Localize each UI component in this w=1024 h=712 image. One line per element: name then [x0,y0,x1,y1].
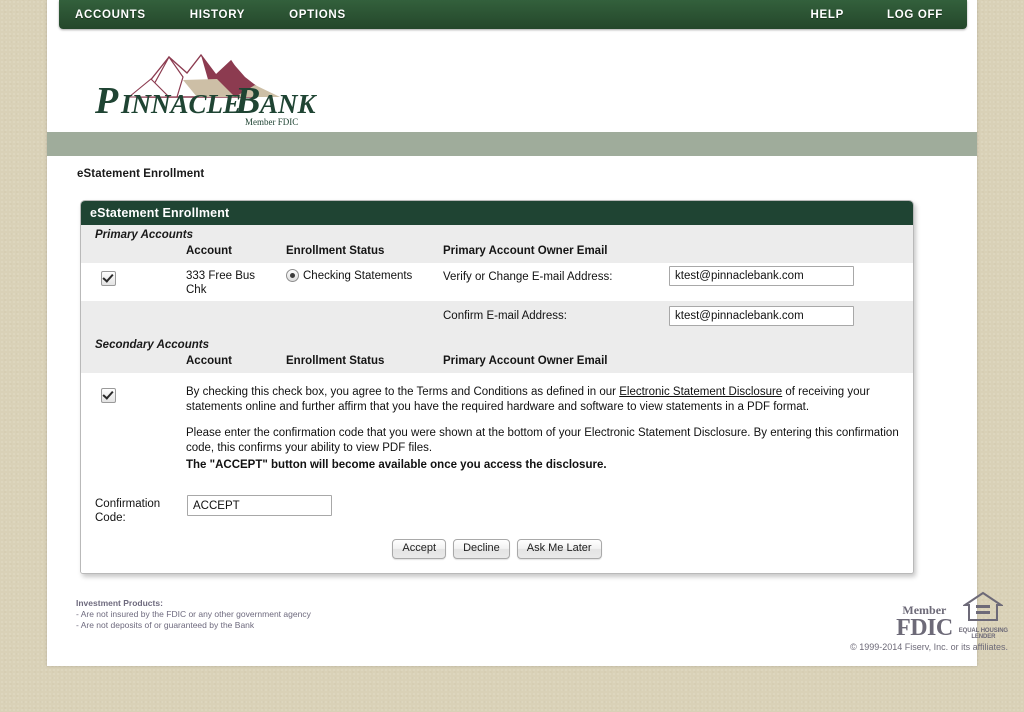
column-header-enrollment-status: Enrollment Status [286,245,385,257]
equal-housing-icon [962,591,1005,621]
disclosure-line-2: - Are not deposits of or guaranteed by t… [76,620,255,630]
checking-statements-radio-group[interactable]: Checking Statements [286,269,412,282]
investment-products-disclosure: Investment Products: - Are not insured b… [76,598,311,631]
electronic-statement-disclosure-link[interactable]: Electronic Statement Disclosure [619,386,782,398]
nav-item-accounts[interactable]: ACCOUNTS [75,9,146,21]
disclosure-line-1: - Are not insured by the FDIC or any oth… [76,609,311,619]
terms-agreement-checkbox[interactable] [101,388,116,403]
column-header-account: Account [186,245,232,257]
svg-text:INNACLE: INNACLE [120,89,241,119]
estatement-enrollment-panel: eStatement Enrollment Primary Accounts A… [80,200,914,574]
terms-paragraph-2: Please enter the confirmation code that … [186,427,899,454]
nav-item-options[interactable]: OPTIONS [289,9,346,21]
nav-item-log-off[interactable]: LOG OFF [887,9,943,21]
primary-accounts-label: Primary Accounts [81,225,913,243]
page-footer: Investment Products: - Are not insured b… [0,591,1024,712]
breadcrumb: eStatement Enrollment [77,168,205,180]
confirmation-code-row: Confirmation Code: [81,495,913,535]
confirmation-code-label: Confirmation Code: [95,497,180,525]
column-header-owner-email-secondary: Primary Account Owner Email [443,355,608,367]
content-shell: P INNACLE B ANK Member FDIC eStatement E… [47,0,977,666]
svg-text:P: P [94,80,119,122]
equal-housing-label-2: LENDER [971,634,996,640]
confirm-email-label: Confirm E-mail Address: [443,310,567,322]
terms-section: By checking this check box, you agree to… [81,373,913,495]
column-header-owner-email: Primary Account Owner Email [443,245,608,257]
column-header-enrollment-status-secondary: Enrollment Status [286,355,385,367]
nav-item-help[interactable]: HELP [811,9,844,21]
nav-item-history[interactable]: HISTORY [190,9,245,21]
confirmation-code-label-line1: Confirmation [95,498,161,510]
primary-account-checkbox[interactable] [101,271,116,286]
secondary-accounts-label: Secondary Accounts [81,335,913,353]
decline-button[interactable]: Decline [453,539,510,559]
column-header-account-secondary: Account [186,355,232,367]
verify-email-label: Verify or Change E-mail Address: [443,271,613,283]
primary-column-headers: Account Enrollment Status Primary Accoun… [81,243,913,263]
pinnacle-bank-logo: P INNACLE B ANK Member FDIC [85,35,325,130]
ask-me-later-button[interactable]: Ask Me Later [516,539,602,559]
confirmation-code-input[interactable] [187,495,332,516]
secondary-column-headers: Account Enrollment Status Primary Accoun… [81,353,913,373]
confirm-email-row: Confirm E-mail Address: [81,301,913,335]
primary-account-name: 333 Free Bus Chk [186,270,256,296]
terms-text-before-link: By checking this check box, you agree to… [186,386,620,398]
terms-paragraph-1: By checking this check box, you agree to… [186,385,899,415]
action-buttons: Accept Decline Ask Me Later [81,535,913,573]
bank-header: P INNACLE B ANK Member FDIC [47,29,977,132]
member-fdic-logo: Member FDIC [896,604,953,640]
sage-divider-band [47,132,977,156]
accept-button[interactable]: Accept [392,539,447,559]
svg-text:Member FDIC: Member FDIC [245,117,298,127]
primary-account-row: 333 Free Bus Chk Checking Statements Ver… [81,263,913,301]
svg-text:ANK: ANK [258,89,318,119]
confirmation-code-label-line2: Code: [95,512,126,524]
confirm-email-input[interactable] [669,306,854,326]
copyright-text: © 1999-2014 Fiserv, Inc. or its affiliat… [850,642,1008,652]
checking-statements-label: Checking Statements [303,269,413,282]
svg-text:B: B [234,80,260,122]
panel-title: eStatement Enrollment [81,201,913,225]
accept-availability-note: The "ACCEPT" button will become availabl… [186,459,607,471]
fdic-lender-logos: Member FDIC EQUAL HOUSING LENDER [896,590,1008,640]
equal-housing-lender-logo: EQUAL HOUSING LENDER [959,590,1008,640]
top-navigation-bar: ACCOUNTS HISTORY OPTIONS HELP LOG OFF [59,0,967,29]
verify-email-input[interactable] [669,266,854,286]
disclosure-title: Investment Products: [76,598,163,608]
fdic-word: FDIC [896,615,953,641]
checking-statements-radio[interactable] [286,269,299,282]
